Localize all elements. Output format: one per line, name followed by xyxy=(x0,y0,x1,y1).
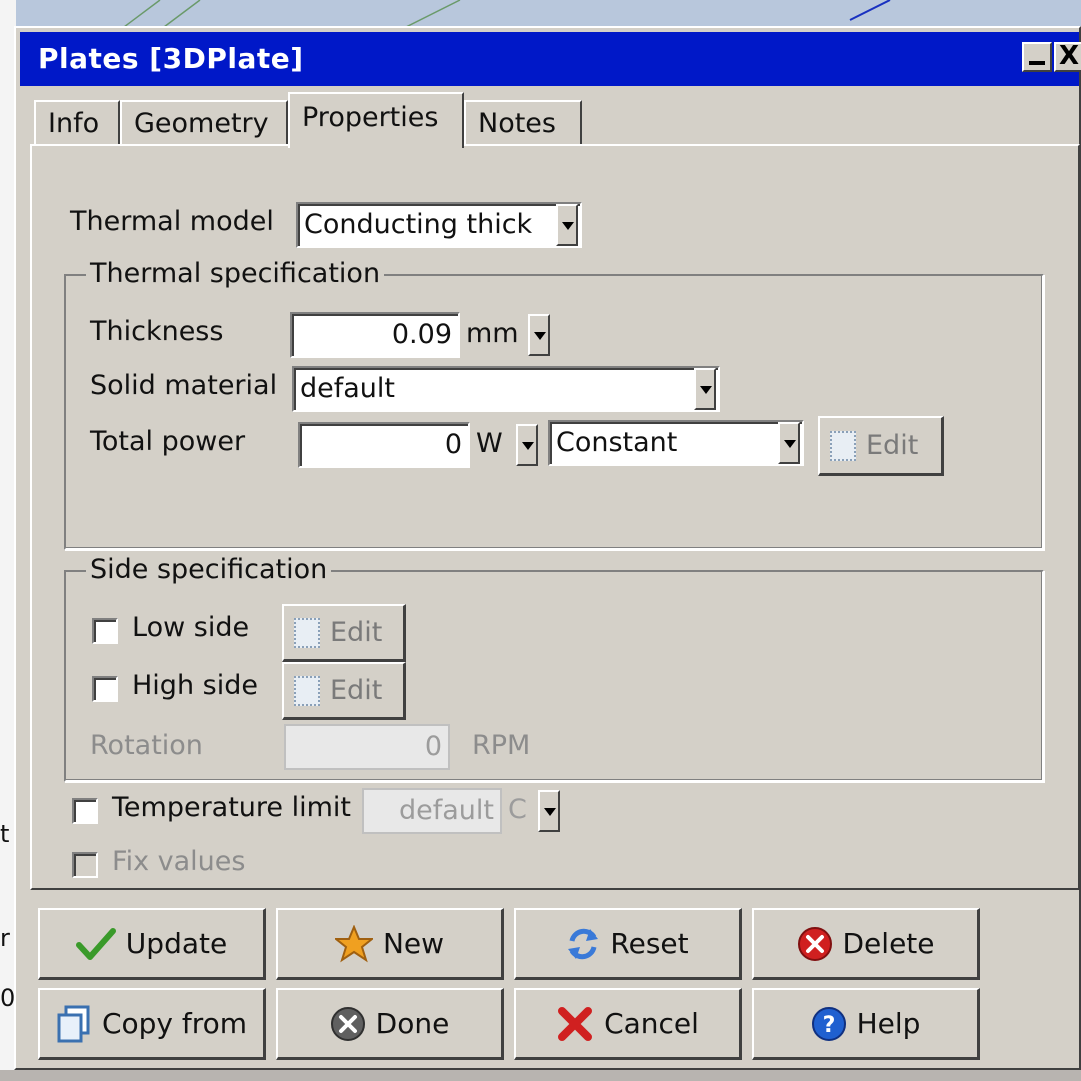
delete-button-label: Delete xyxy=(842,927,935,960)
fix-values-label: Fix values xyxy=(112,846,246,877)
fix-values-checkbox[interactable] xyxy=(72,852,98,878)
chevron-down-icon[interactable] xyxy=(556,204,578,246)
done-button[interactable]: Done xyxy=(276,988,504,1060)
temperature-limit-input[interactable]: default xyxy=(362,788,502,834)
update-button-label: Update xyxy=(125,927,228,960)
tab-properties[interactable]: Properties xyxy=(288,92,464,148)
tab-info[interactable]: Info xyxy=(34,100,120,146)
copy-icon xyxy=(57,1005,90,1042)
temperature-limit-label: Temperature limit xyxy=(112,792,352,823)
solid-material-select[interactable]: default xyxy=(292,366,720,412)
help-button-label: Help xyxy=(856,1007,921,1040)
delete-icon xyxy=(797,926,832,961)
tab-notes[interactable]: Notes xyxy=(464,100,582,146)
low-side-checkbox[interactable] xyxy=(92,618,118,644)
rotation-input[interactable]: 0 xyxy=(284,724,450,770)
window-title: Plates [3DPlate] xyxy=(38,42,304,75)
help-icon: ? xyxy=(811,1006,846,1041)
new-button[interactable]: New xyxy=(276,908,504,980)
reset-button-label: Reset xyxy=(610,927,689,960)
reset-button[interactable]: Reset xyxy=(514,908,742,980)
thermal-model-select[interactable]: Conducting thick xyxy=(296,202,582,248)
high-side-checkbox[interactable] xyxy=(92,676,118,702)
solid-material-label: Solid material xyxy=(90,370,278,401)
copy-from-button[interactable]: Copy from xyxy=(38,988,266,1060)
new-button-label: New xyxy=(382,927,445,960)
thickness-input[interactable]: 0.09 xyxy=(290,312,460,358)
edit-icon xyxy=(294,675,320,706)
help-button[interactable]: ? Help xyxy=(752,988,980,1060)
low-side-edit-button[interactable]: Edit xyxy=(282,604,406,662)
edit-button-label: Edit xyxy=(330,617,383,648)
total-power-input[interactable]: 0 xyxy=(298,422,470,468)
update-button[interactable]: Update xyxy=(38,908,266,980)
thermal-specification-legend: Thermal specification xyxy=(86,258,385,289)
chevron-down-icon[interactable] xyxy=(516,424,538,466)
star-icon xyxy=(334,924,373,962)
temperature-limit-checkbox[interactable] xyxy=(72,798,98,824)
edit-icon xyxy=(830,430,856,461)
thermal-model-label: Thermal model xyxy=(70,206,274,237)
background-strip xyxy=(0,1070,1081,1081)
chevron-down-icon[interactable] xyxy=(538,790,560,832)
high-side-edit-button[interactable]: Edit xyxy=(282,662,406,720)
total-power-mode-select[interactable]: Constant xyxy=(548,420,804,466)
copy-from-button-label: Copy from xyxy=(101,1007,248,1040)
delete-button[interactable]: Delete xyxy=(752,908,980,980)
checkmark-icon xyxy=(75,927,116,960)
low-side-label: Low side xyxy=(132,612,250,643)
done-button-label: Done xyxy=(375,1007,450,1040)
cancel-button[interactable]: Cancel xyxy=(514,988,742,1060)
properties-panel: Thermal model Conducting thick Thermal s… xyxy=(30,144,1080,890)
total-power-label: Total power xyxy=(90,426,246,457)
chevron-down-icon[interactable] xyxy=(694,368,716,410)
cancel-x-icon xyxy=(558,1006,593,1041)
rotation-unit-label: RPM xyxy=(472,730,531,761)
tab-geometry[interactable]: Geometry xyxy=(120,100,288,146)
refresh-icon xyxy=(568,928,599,959)
chevron-down-icon[interactable] xyxy=(778,422,800,464)
plates-dialog: Plates [3DPlate] X Info Geometry Propert… xyxy=(14,26,1081,1070)
title-bar[interactable]: Plates [3DPlate] X xyxy=(20,32,1081,86)
chevron-down-icon[interactable] xyxy=(528,314,550,356)
edit-icon xyxy=(294,617,320,648)
minimize-button[interactable] xyxy=(1022,42,1052,72)
side-specification-legend: Side specification xyxy=(86,554,332,585)
done-icon xyxy=(330,1006,365,1041)
total-power-edit-button[interactable]: Edit xyxy=(818,416,944,476)
svg-text:?: ? xyxy=(822,1013,835,1038)
close-button[interactable]: X xyxy=(1054,42,1081,72)
cancel-button-label: Cancel xyxy=(604,1007,699,1040)
edit-button-label: Edit xyxy=(866,430,919,461)
edit-button-label: Edit xyxy=(330,675,383,706)
thickness-label: Thickness xyxy=(90,316,224,347)
rotation-label: Rotation xyxy=(90,730,203,761)
high-side-label: High side xyxy=(132,670,258,701)
